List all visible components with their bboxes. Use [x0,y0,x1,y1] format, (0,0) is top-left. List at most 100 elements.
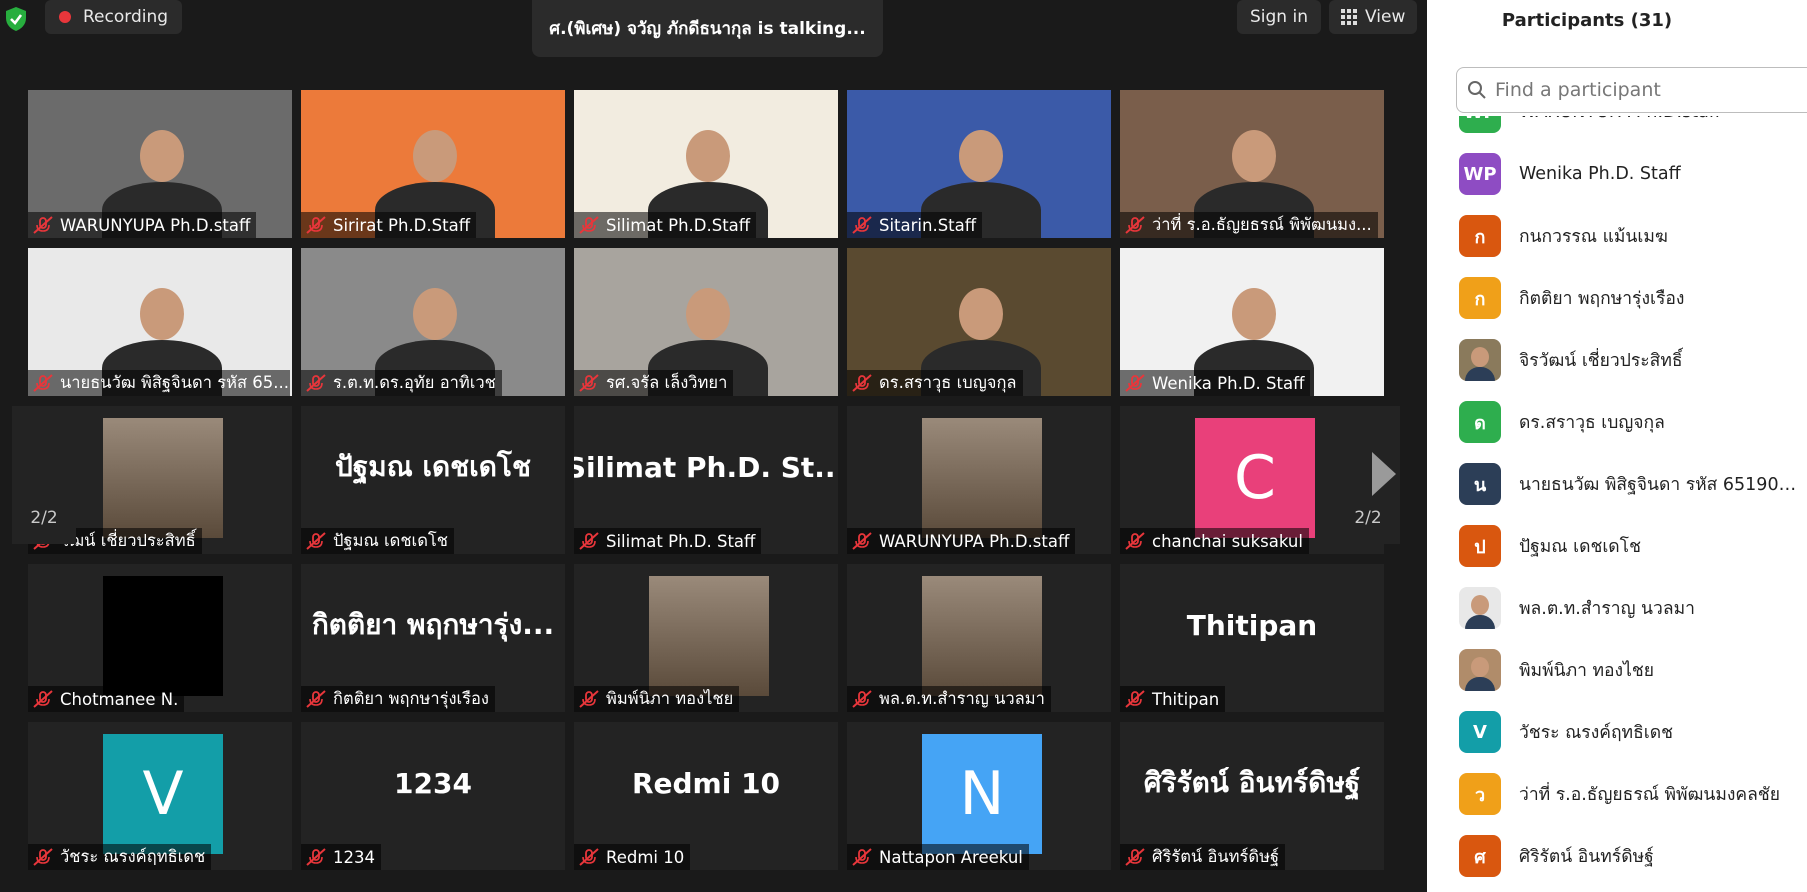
participant-list-item[interactable]: WP Wenika Ph.D. Staff [1459,148,1799,200]
participant-name: Silimat Ph.D.Staff [606,215,751,235]
person-head [413,288,457,340]
participant-name: ว่าที่ ร.อ.ธัญยธรณ์ พิพัฒนมง... [1152,215,1372,234]
participant-name-label: Thitipan [1120,686,1226,712]
video-tile[interactable]: ปัฐมณ เดชเดโช ปัฐมณ เดชเดโช [301,406,565,554]
mic-muted-icon [578,532,600,550]
participant-list-item[interactable]: ก กิตติยา พฤกษารุ่งเรือง [1459,272,1799,324]
avatar-photo [1471,657,1489,677]
previous-page-button[interactable]: 2/2 [12,406,76,544]
mic-muted-icon [851,532,873,550]
search-placeholder: Find a participant [1495,79,1661,101]
avatar-initials: ป [1474,536,1486,558]
person-head [686,130,730,182]
mic-muted-icon [1124,532,1146,550]
participant-list-name: พล.ต.ท.สำราญ นวลมา [1519,599,1695,619]
grid-view-icon [1341,9,1357,25]
participant-list-name: กนกวรรณ แม้นเมฆ [1519,227,1668,247]
video-tile[interactable]: นายธนวัฒ พิสิฐจินดา รหัส 65... [28,248,292,396]
participant-list-name: ว่าที่ ร.อ.ธัญยธรณ์ พิพัฒนมงคลชัย [1519,785,1780,805]
avatar-initials: WP [1463,116,1496,123]
participant-list-item[interactable]: ด ดร.สราวุธ เบญจกุล [1459,396,1799,448]
video-tile[interactable]: พล.ต.ท.สำราญ นวลมา [847,564,1111,712]
video-tile[interactable]: 1234 1234 [301,722,565,870]
mic-muted-icon [32,216,54,234]
video-tile[interactable]: Sirirat Ph.D.Staff [301,90,565,238]
participant-name-label: Sitarin.Staff [847,212,983,238]
participant-name: WARUNYUPA Ph.D.staff [879,531,1070,551]
participant-list-item[interactable]: ก กนกวรรณ แม้นเมฆ [1459,210,1799,262]
video-tile[interactable]: กิตติยา พฤกษารุ่ง... กิตติยา พฤกษารุ่งเรื… [301,564,565,712]
video-tile[interactable]: Redmi 10 Redmi 10 [574,722,838,870]
video-tile[interactable]: รศ.จรัล เล็งวิทยา [574,248,838,396]
mic-muted-icon [305,374,327,392]
video-tile[interactable]: Chotmanee N. [28,564,292,712]
participant-list-item[interactable]: V วัชระ ณรงค์ฤทธิเดช [1459,706,1799,758]
video-tile[interactable]: ศิริรัตน์ อินทร์ดิษฐ์ ศิริรัตน์ อินทร์ดิษ… [1120,722,1384,870]
avatar: ด [1459,401,1501,443]
participant-list-item[interactable]: ศ ศิริรัตน์ อินทร์ดิษฐ์ [1459,830,1799,882]
video-tile[interactable]: Sitarin.Staff [847,90,1111,238]
video-tile[interactable]: WARUNYUPA Ph.D.staff [847,406,1111,554]
participant-name: กิตติยา พฤกษารุ่งเรือง [333,689,489,708]
recording-indicator[interactable]: Recording [45,0,183,34]
avatar-photo [1471,347,1489,367]
participant-list: WP WARUNYUPA Ph.D.staff WP Wenika Ph.D. Sta… [1427,116,1807,892]
video-tile[interactable]: ว่าที่ ร.อ.ธัญยธรณ์ พิพัฒนมง... [1120,90,1384,238]
video-tile[interactable]: N Nattapon Areekul [847,722,1111,870]
participant-name: พิมพ์นิภา ทองไชย [606,689,734,708]
avatar-initials: WP [1463,163,1497,185]
video-tile[interactable]: ดร.สราวุธ เบญจกุล [847,248,1111,396]
participant-list-item[interactable]: WP WARUNYUPA Ph.D.staff [1459,116,1799,138]
avatar [1459,649,1501,691]
person-head [959,130,1003,182]
sign-in-button[interactable]: Sign in [1237,0,1321,34]
recording-label: Recording [83,7,169,27]
mic-muted-icon [851,848,873,866]
video-tile[interactable]: ร.ต.ท.ดร.อุทัย อาทิเวช [301,248,565,396]
video-tile[interactable]: Wenika Ph.D. Staff [1120,248,1384,396]
participant-list-item[interactable]: พิมพ์นิภา ทองไชย [1459,644,1799,696]
video-tile[interactable]: Silimat Ph.D. St... Silimat Ph.D. Staff [574,406,838,554]
display-name-large: Silimat Ph.D. St... [574,450,838,484]
display-name-large: ศิริรัตน์ อินทร์ดิษฐ์ [1143,766,1361,799]
participant-list-item[interactable]: ป ปัฐมณ เดชเดโช [1459,520,1799,572]
participant-list-name: นายธนวัฒ พิสิฐจินดา รหัส 651901... [1519,475,1799,495]
participant-name-label: วัชระ ณรงค์ฤทธิเดช [28,844,212,870]
profile-photo [103,576,223,696]
search-icon [1468,81,1486,99]
shield-icon[interactable] [4,6,28,32]
video-tile[interactable]: Thitipan Thitipan [1120,564,1384,712]
display-name-large: ปัฐมณ เดชเดโช [335,450,531,483]
avatar-photo-body [1465,677,1495,691]
video-tile[interactable]: V วัชระ ณรงค์ฤทธิเดช [28,722,292,870]
avatar-initials: V [1473,721,1487,743]
video-tile[interactable]: พิมพ์นิภา ทองไชย [574,564,838,712]
avatar-initials: ก [1474,226,1486,248]
avatar-photo [1471,595,1489,615]
participant-name-label: ปัฐมณ เดชเดโช [301,528,454,554]
participant-list-item[interactable]: น นายธนวัฒ พิสิฐจินดา รหัส 651901... [1459,458,1799,510]
profile-photo [922,576,1042,696]
next-page-button[interactable]: 2/2 [1336,406,1400,544]
person-head [140,130,184,182]
participant-list-item[interactable]: ว ว่าที่ ร.อ.ธัญยธรณ์ พิพัฒนมงคลชัย [1459,768,1799,820]
mic-muted-icon [32,848,54,866]
video-tile[interactable]: WARUNYUPA Ph.D.staff [28,90,292,238]
view-button[interactable]: View [1329,0,1418,34]
mic-muted-icon [1124,216,1146,234]
participant-name-label: Chotmanee N. [28,686,185,712]
participant-search-input[interactable]: Find a participant [1456,67,1807,113]
participant-list-name: ศิริรัตน์ อินทร์ดิษฐ์ [1519,847,1654,867]
mic-muted-icon [851,216,873,234]
participant-name-label: WARUNYUPA Ph.D.staff [28,212,257,238]
mic-muted-icon [1124,848,1146,866]
participant-list-name: พิมพ์นิภา ทองไชย [1519,661,1655,681]
avatar: ก [1459,277,1501,319]
avatar: ว [1459,773,1501,815]
mic-muted-icon [578,848,600,866]
person-head [1232,288,1276,340]
participant-list-item[interactable]: จิรวัฒน์ เชี่ยวประสิทธิ์ [1459,334,1799,386]
participant-name: พล.ต.ท.สำราญ นวลมา [879,689,1045,708]
participant-list-item[interactable]: พล.ต.ท.สำราญ นวลมา [1459,582,1799,634]
video-tile[interactable]: Silimat Ph.D.Staff [574,90,838,238]
